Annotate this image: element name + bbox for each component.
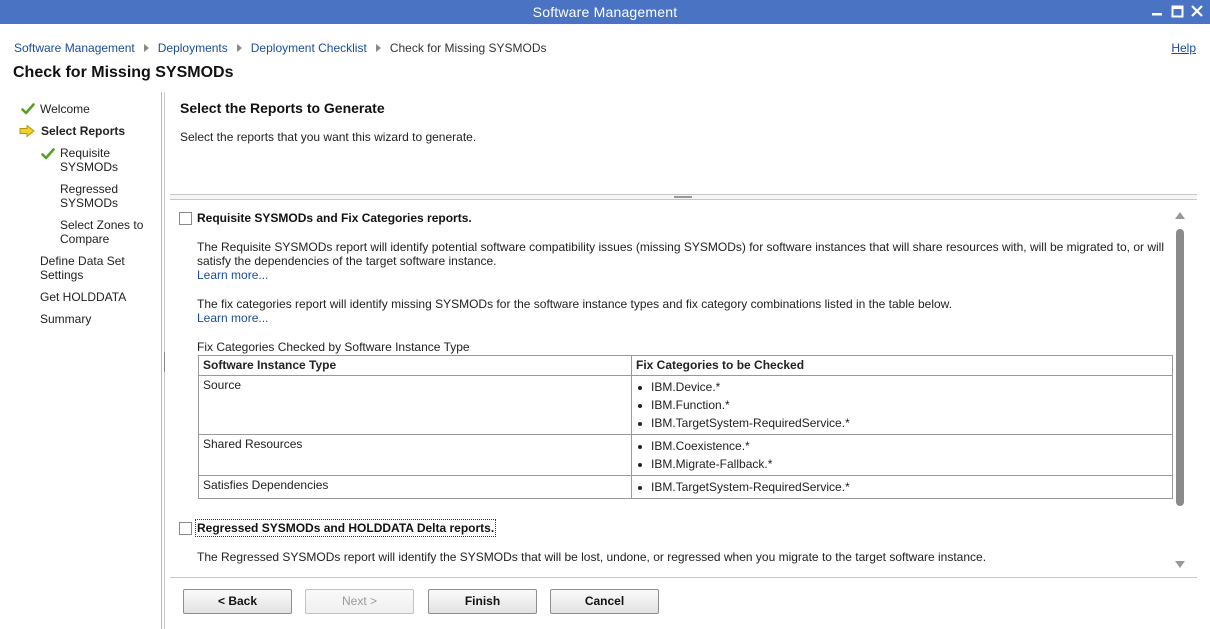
breadcrumb: Software Management Deployments Deployme… xyxy=(14,41,547,55)
nav-step-requisite-sysmods[interactable]: Requisite SYSMODs xyxy=(60,146,118,174)
scroll-down-arrow-icon[interactable] xyxy=(1175,561,1185,568)
minimize-icon[interactable] xyxy=(1148,2,1166,20)
nav-step-label: SYSMODs xyxy=(60,160,119,174)
regressed-reports-checkbox[interactable] xyxy=(179,522,192,535)
nav-step-label: Select Zones to xyxy=(60,218,144,232)
back-button[interactable]: < Back xyxy=(183,589,292,614)
section-heading: Select the Reports to Generate xyxy=(180,100,385,116)
footer-divider xyxy=(170,577,1197,578)
fix-categories-cell: IBM.TargetSystem-RequiredService.* xyxy=(631,475,1173,499)
fix-categories-cell: IBM.Coexistence.* IBM.Migrate-Fallback.* xyxy=(631,434,1173,476)
maximize-icon[interactable] xyxy=(1168,2,1186,20)
learn-more-link[interactable]: Learn more... xyxy=(197,268,268,282)
check-icon xyxy=(41,148,55,160)
close-icon[interactable] xyxy=(1188,2,1206,20)
vertical-scrollbar[interactable] xyxy=(1174,212,1186,568)
page-title: Check for Missing SYSMODs xyxy=(13,64,234,81)
fix-category-item: IBM.Coexistence.* xyxy=(636,437,1168,455)
nav-step-label: Regressed xyxy=(60,182,119,196)
requisite-reports-label[interactable]: Requisite SYSMODs and Fix Categories rep… xyxy=(197,211,472,225)
column-header: Software Instance Type xyxy=(198,355,632,376)
table-row: Shared Resources IBM.Coexistence.* IBM.M… xyxy=(198,434,1173,476)
wizard-step-nav: Welcome Select Reports Requisite SYSMODs… xyxy=(0,92,162,629)
window-title-bar: Software Management xyxy=(0,0,1210,24)
breadcrumb-current: Check for Missing SYSMODs xyxy=(389,41,547,55)
breadcrumb-separator-icon xyxy=(236,44,242,52)
breadcrumb-deployments[interactable]: Deployments xyxy=(158,41,228,55)
requisite-reports-checkbox[interactable] xyxy=(179,212,192,225)
breadcrumb-deployment-checklist[interactable]: Deployment Checklist xyxy=(251,41,367,55)
divider-grip-icon[interactable] xyxy=(674,196,692,198)
nav-step-label: SYSMODs xyxy=(60,196,119,210)
table-header-row: Software Instance Type Fix Categories to… xyxy=(198,355,1173,376)
fix-category-item: IBM.Function.* xyxy=(636,396,1168,414)
fix-categories-table: Software Instance Type Fix Categories to… xyxy=(198,355,1173,499)
regressed-reports-label[interactable]: Regressed SYSMODs and HOLDDATA Delta rep… xyxy=(194,519,497,537)
nav-step-define-data-set[interactable]: Define Data Set Settings xyxy=(40,254,125,282)
scrollbar-thumb[interactable] xyxy=(1176,229,1184,506)
help-link[interactable]: Help xyxy=(1171,41,1196,55)
fix-category-item: IBM.Migrate-Fallback.* xyxy=(636,455,1168,473)
requisite-description: The Requisite SYSMODs report will identi… xyxy=(197,240,1172,282)
fix-categories-description-text: The fix categories report will identify … xyxy=(197,297,953,311)
nav-step-welcome[interactable]: Welcome xyxy=(40,102,90,116)
check-icon xyxy=(21,103,35,115)
nav-step-label: Settings xyxy=(40,268,84,282)
fix-category-item: IBM.TargetSystem-RequiredService.* xyxy=(636,478,1168,496)
report-options-panel: Requisite SYSMODs and Fix Categories rep… xyxy=(170,203,1197,566)
finish-button[interactable]: Finish xyxy=(428,589,537,614)
nav-step-label: Define Data Set xyxy=(40,254,125,268)
nav-step-regressed-sysmods[interactable]: Regressed SYSMODs xyxy=(60,182,118,210)
nav-step-select-reports[interactable]: Select Reports xyxy=(41,124,125,138)
scroll-up-arrow-icon[interactable] xyxy=(1175,212,1185,219)
nav-step-get-holddata[interactable]: Get HOLDDATA xyxy=(40,290,126,304)
requisite-description-text: The Requisite SYSMODs report will identi… xyxy=(197,240,1165,268)
window-controls xyxy=(1148,2,1206,20)
nav-step-select-zones[interactable]: Select Zones to Compare xyxy=(60,218,143,246)
section-description: Select the reports that you want this wi… xyxy=(180,130,477,144)
nav-step-label: Requisite xyxy=(60,146,111,160)
fix-categories-table-caption: Fix Categories Checked by Software Insta… xyxy=(197,340,470,354)
splitter-grip-icon[interactable] xyxy=(164,352,166,372)
cancel-button[interactable]: Cancel xyxy=(550,589,659,614)
next-button[interactable]: Next > xyxy=(305,589,414,614)
nav-step-summary[interactable]: Summary xyxy=(40,312,91,326)
fix-category-item: IBM.Device.* xyxy=(636,378,1168,396)
regressed-description: The Regressed SYSMODs report will identi… xyxy=(197,550,987,564)
current-step-arrow-icon xyxy=(19,125,35,137)
instance-type-cell: Source xyxy=(198,375,632,435)
breadcrumb-separator-icon xyxy=(143,44,149,52)
instance-type-cell: Shared Resources xyxy=(198,434,632,476)
learn-more-link[interactable]: Learn more... xyxy=(197,311,268,325)
nav-step-label: Compare xyxy=(60,232,110,246)
table-row: Satisfies Dependencies IBM.TargetSystem-… xyxy=(198,475,1173,499)
fix-categories-description: The fix categories report will identify … xyxy=(197,297,1172,325)
breadcrumb-software-management[interactable]: Software Management xyxy=(14,41,135,55)
instance-type-cell: Satisfies Dependencies xyxy=(198,475,632,499)
fix-category-item: IBM.TargetSystem-RequiredService.* xyxy=(636,414,1168,432)
breadcrumb-separator-icon xyxy=(375,44,381,52)
column-header: Fix Categories to be Checked xyxy=(631,355,1173,376)
window-title: Software Management xyxy=(532,4,678,20)
table-row: Source IBM.Device.* IBM.Function.* IBM.T… xyxy=(198,375,1173,435)
pane-divider[interactable] xyxy=(170,194,1197,200)
fix-categories-cell: IBM.Device.* IBM.Function.* IBM.TargetSy… xyxy=(631,375,1173,435)
